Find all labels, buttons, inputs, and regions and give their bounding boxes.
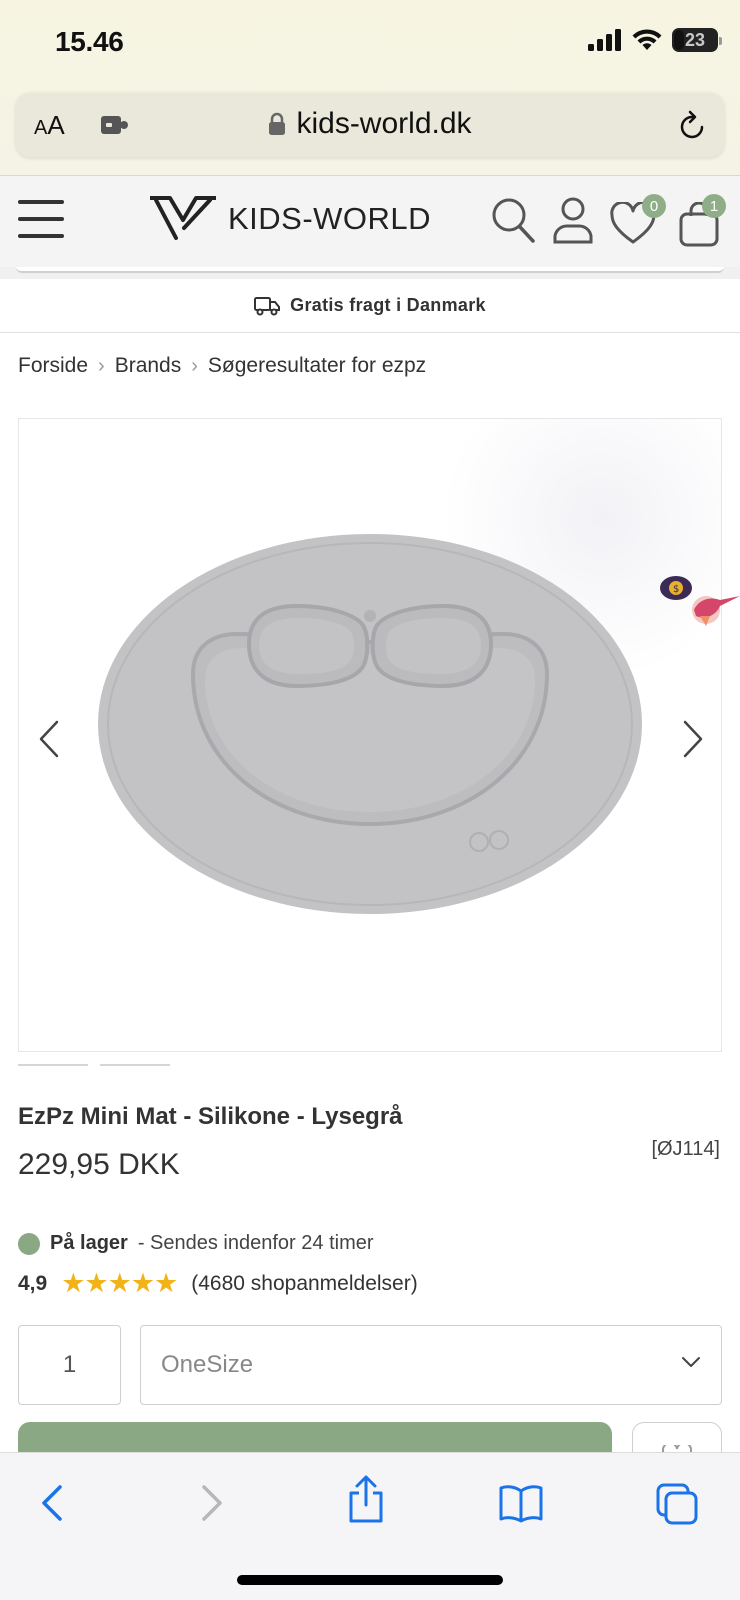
back-icon[interactable] <box>38 1483 68 1523</box>
wifi-icon <box>632 29 662 50</box>
search-icon[interactable] <box>490 196 536 244</box>
status-icons: 23 <box>588 28 722 52</box>
site-logo[interactable]: KIDS-WORLD <box>148 194 431 244</box>
svg-text:$: $ <box>673 584 679 595</box>
rating-score: 4,9 <box>18 1271 48 1295</box>
breadcrumb-item-forside[interactable]: Forside <box>18 354 88 378</box>
share-icon[interactable] <box>346 1475 386 1525</box>
chevron-down-icon <box>682 1357 700 1367</box>
thumbnail-indicator[interactable] <box>100 1064 170 1066</box>
cart-count-badge: 1 <box>702 194 726 218</box>
search-field-edge <box>0 267 740 279</box>
signal-icon <box>588 29 621 51</box>
breadcrumb-item-search-results[interactable]: Søgeresultater for ezpz <box>208 354 426 378</box>
url-display[interactable]: kids-world.dk <box>16 107 724 141</box>
product-price: 229,95 DKK <box>18 1148 180 1181</box>
gallery-next-button[interactable] <box>673 709 713 769</box>
address-bar[interactable]: AA kids-world.dk <box>16 93 724 157</box>
reload-icon[interactable] <box>678 109 708 141</box>
battery-icon: 23 <box>672 28 722 52</box>
product-title: EzPz Mini Mat - Silikone - Lysegrå <box>18 1103 403 1130</box>
rating-stars: ★★★★★ <box>61 1268 178 1298</box>
size-select[interactable]: OneSize <box>140 1325 722 1405</box>
wishlist-count-badge: 0 <box>642 194 666 218</box>
url-text: kids-world.dk <box>296 107 472 140</box>
logo-text: KIDS-WORLD <box>228 201 432 236</box>
shipping-banner: Gratis fragt i Danmark <box>0 279 740 333</box>
forward-icon[interactable] <box>196 1483 226 1523</box>
stock-status: På lager - Sendes indenfor 24 timer <box>18 1232 374 1255</box>
browser-top-chrome: 15.46 23 AA kids-world.dk <box>0 0 740 175</box>
product-image <box>98 534 642 914</box>
chevron-right-icon: › <box>98 354 105 377</box>
chevron-left-icon <box>39 720 59 758</box>
battery-percent: 23 <box>684 29 706 50</box>
wishlist-button[interactable]: 0 <box>610 194 666 246</box>
site-header: KIDS-WORLD 0 1 <box>0 175 740 267</box>
rating-count: (4680 shopanmeldelser) <box>191 1271 418 1295</box>
stock-note: - Sendes indenfor 24 timer <box>137 1232 374 1254</box>
quantity-input[interactable]: 1 <box>18 1325 121 1405</box>
bird-icon <box>692 596 740 626</box>
tabs-icon[interactable] <box>656 1483 700 1525</box>
product-gallery[interactable] <box>18 418 722 1052</box>
size-select-value: OneSize <box>161 1351 254 1378</box>
lock-icon <box>269 112 286 135</box>
home-indicator[interactable] <box>237 1575 503 1585</box>
stock-label: På lager <box>50 1232 128 1254</box>
money-bag-icon: $ <box>660 576 692 600</box>
kids-world-logo-icon <box>150 196 216 240</box>
status-time: 15.46 <box>55 26 124 57</box>
breadcrumb: Forside › Brands › Søgeresultater for ez… <box>18 354 426 378</box>
battery-tip <box>719 37 722 45</box>
bookmarks-icon[interactable] <box>498 1483 544 1523</box>
truck-icon <box>254 296 281 315</box>
cart-button[interactable]: 1 <box>678 194 728 247</box>
product-sku: [ØJ114] <box>651 1138 720 1160</box>
gallery-prev-button[interactable] <box>29 709 69 769</box>
thumbnail-indicator[interactable] <box>18 1064 88 1066</box>
chevron-right-icon <box>683 720 703 758</box>
account-icon[interactable] <box>552 196 594 244</box>
menu-icon[interactable] <box>18 198 66 240</box>
rating-summary[interactable]: 4,9 ★★★★★ (4680 shopanmeldelser) <box>18 1268 418 1299</box>
floating-rewards-widget[interactable]: $ <box>654 570 740 650</box>
breadcrumb-item-brands[interactable]: Brands <box>115 354 182 378</box>
shipping-text: Gratis fragt i Danmark <box>290 295 486 315</box>
search-field-edge-inner <box>16 267 724 273</box>
gallery-thumbnails <box>18 1064 170 1066</box>
chevron-right-icon: › <box>191 354 198 377</box>
in-stock-dot-icon <box>18 1232 40 1255</box>
